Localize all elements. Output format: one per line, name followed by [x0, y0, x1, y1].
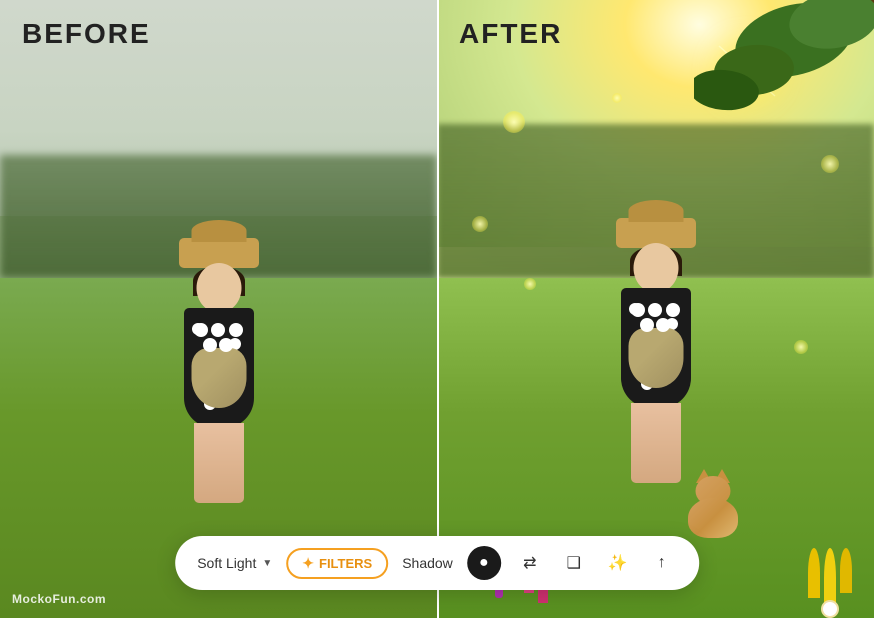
bouquet-flower [194, 323, 208, 337]
bouquet-flower-after [656, 318, 670, 332]
girl-legs-after [631, 403, 681, 483]
shadow-label: Shadow [402, 555, 453, 571]
bouquet-flower [219, 338, 233, 352]
circle-icon: ● [479, 554, 489, 572]
swap-icon: ⇄ [523, 553, 536, 573]
layers-icon: ❑ [567, 553, 581, 573]
bouquet-flowers-after [626, 303, 686, 343]
bouquet-flower-after [648, 303, 662, 317]
white-flowers [821, 600, 839, 618]
blend-mode-label: Soft Light [197, 555, 256, 571]
filters-button[interactable]: ✦ FILTERS [286, 548, 388, 579]
swap-button[interactable]: ⇄ [515, 548, 545, 578]
girl-head [196, 263, 241, 313]
girl-before [149, 238, 289, 558]
watermark: MockoFun.com [12, 592, 106, 606]
magic-wand-icon: ✨ [608, 553, 628, 573]
branch-top-right [694, 0, 874, 160]
cat [683, 483, 743, 538]
bouquet-flower-after [640, 318, 654, 332]
up-arrow-icon: ↑ [658, 554, 666, 572]
main-container: BEFORE MockoFun.com [0, 0, 874, 618]
before-panel: BEFORE MockoFun.com [0, 0, 437, 618]
cat-body [688, 498, 738, 538]
upload-button[interactable]: ↑ [647, 548, 677, 578]
bouquet-flower [229, 323, 243, 337]
bouquet-flower-after [631, 303, 645, 317]
girl-legs [194, 423, 244, 503]
bouquet-flowers [189, 323, 249, 363]
yellow-flowers [808, 548, 852, 608]
blend-mode-selector[interactable]: Soft Light ▼ [197, 555, 272, 571]
filters-label: FILTERS [319, 556, 372, 571]
blend-mode-arrow: ▼ [262, 558, 272, 569]
yellow-flower [840, 548, 852, 593]
branch-svg [694, 0, 874, 160]
girl-head-after [633, 243, 678, 293]
layers-button[interactable]: ❑ [559, 548, 589, 578]
bouquet-flower [211, 323, 225, 337]
white-flower [821, 600, 839, 618]
magic-wand-button[interactable]: ✨ [603, 548, 633, 578]
after-panel: AFTER [437, 0, 874, 618]
toolbar: Soft Light ▼ ✦ FILTERS Shadow ● ⇄ ❑ ✨ ↑ [175, 536, 699, 590]
yellow-flower [824, 548, 836, 608]
filters-star-icon: ✦ [302, 555, 314, 572]
fill-circle-button[interactable]: ● [467, 546, 501, 580]
before-label: BEFORE [22, 18, 151, 50]
yellow-flower [808, 548, 820, 598]
bouquet-flower [203, 338, 217, 352]
bokeh-orb [503, 111, 525, 133]
bokeh-orb [612, 93, 622, 103]
after-label: AFTER [459, 18, 562, 50]
bouquet-flower-after [666, 303, 680, 317]
panel-divider [437, 0, 439, 618]
